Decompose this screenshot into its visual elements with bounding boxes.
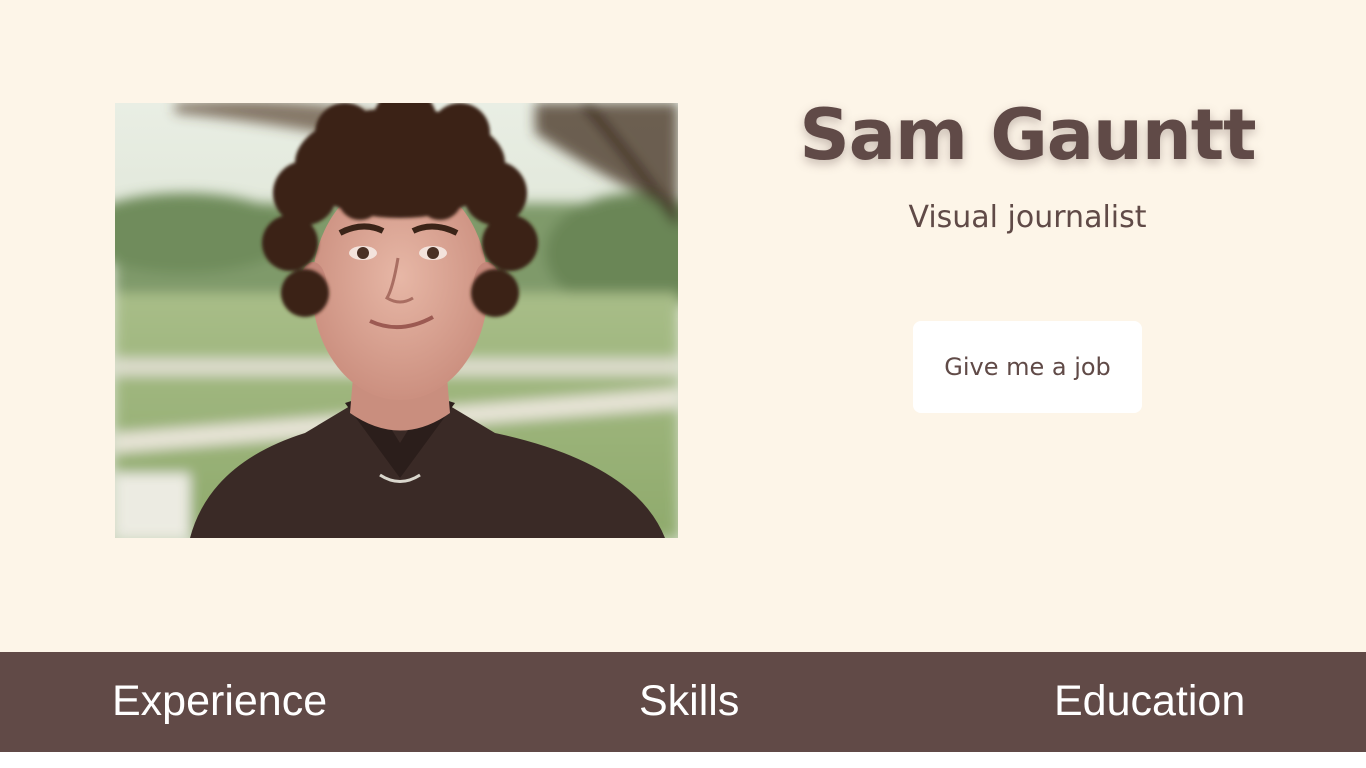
give-me-a-job-label: Give me a job bbox=[944, 353, 1111, 381]
bottom-navbar: Experience Skills Education bbox=[0, 652, 1366, 752]
nav-link-skills[interactable]: Skills bbox=[639, 676, 739, 728]
give-me-a-job-button[interactable]: Give me a job bbox=[913, 321, 1142, 413]
hero-section: Sam Gauntt Visual journalist Give me a j… bbox=[0, 0, 1366, 652]
nav-link-experience[interactable]: Experience bbox=[112, 676, 327, 728]
page: Sam Gauntt Visual journalist Give me a j… bbox=[0, 0, 1366, 768]
subtitle: Visual journalist bbox=[908, 200, 1147, 235]
page-bottom-strip bbox=[0, 752, 1366, 768]
nav-link-education[interactable]: Education bbox=[1054, 676, 1245, 728]
portrait-photo bbox=[115, 103, 678, 538]
page-title: Sam Gauntt bbox=[799, 94, 1256, 176]
